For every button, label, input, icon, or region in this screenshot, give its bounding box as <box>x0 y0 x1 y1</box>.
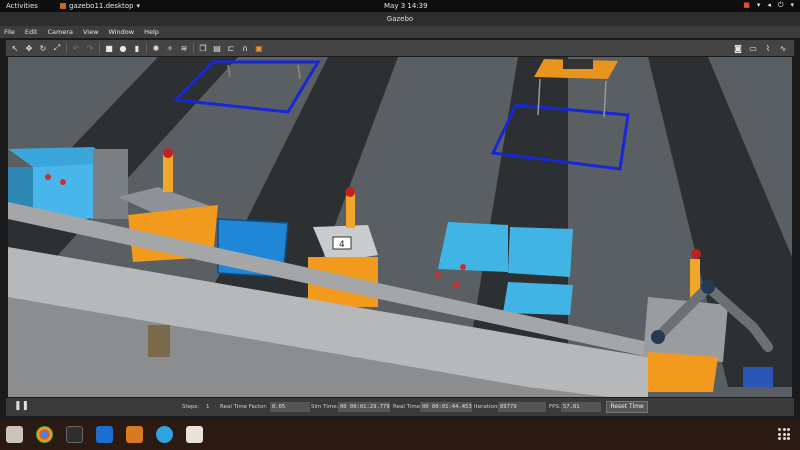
menu-window[interactable]: Window <box>108 28 134 36</box>
part-red <box>45 174 51 180</box>
spot-light-icon[interactable]: ✧ <box>165 43 175 53</box>
toolbar: ↖ ✥ ↻ ⤢ ↶ ↷ ■ ● ▮ ✺ ✧ ≋ ❐ ▤ ⊏ ∩ ▣ ◙ ▭ ⌇ … <box>6 40 794 56</box>
toolbar-right: ◙ ▭ ⌇ ∿ <box>733 43 794 53</box>
gazebo-icon[interactable] <box>126 426 143 443</box>
table-robot <box>563 59 593 69</box>
chrome-icon[interactable] <box>36 426 53 443</box>
cyan-table-center <box>503 282 573 315</box>
redo-icon[interactable]: ↷ <box>85 43 95 53</box>
plot-icon[interactable]: ⌇ <box>763 43 773 53</box>
toolbar-separator <box>99 43 100 53</box>
menu-file[interactable]: File <box>4 28 15 36</box>
toolbar-separator <box>66 43 67 53</box>
graph-icon[interactable]: ∿ <box>778 43 788 53</box>
part-red <box>453 282 459 288</box>
system-top-bar: Activities gazebo11.desktop ▾ May 3 14:3… <box>0 0 800 12</box>
screencast-icon: ■ <box>743 1 750 9</box>
fps-label: FPS: <box>549 404 561 410</box>
gripper-tray <box>743 367 773 387</box>
cylinder-icon[interactable]: ▮ <box>132 43 142 53</box>
robot-arm <box>346 192 355 228</box>
dock <box>0 420 800 450</box>
paste-icon[interactable]: ▤ <box>212 43 222 53</box>
align-icon[interactable]: ⊏ <box>226 43 236 53</box>
translate-icon[interactable]: ✥ <box>24 43 34 53</box>
rotate-icon[interactable]: ↻ <box>38 43 48 53</box>
vscode-icon[interactable] <box>96 426 113 443</box>
real-time-value: 00 00:01:44.453 <box>420 402 472 412</box>
iterations-value: 89779 <box>498 402 546 412</box>
steps-label: Steps: <box>182 404 200 410</box>
window-title: Gazebo <box>0 12 800 26</box>
files-icon[interactable] <box>6 426 23 443</box>
volume-icon: ◂ <box>767 1 771 9</box>
machine-block <box>93 149 128 219</box>
robot-light <box>163 148 173 158</box>
ur-joint <box>701 280 715 294</box>
sim-time-label: Sim Time: <box>311 404 339 410</box>
power-icon: ⏻ <box>777 1 784 9</box>
rtf-label: Real Time Factor: <box>220 404 268 410</box>
copy-icon[interactable]: ❐ <box>198 43 208 53</box>
change-view-icon[interactable]: ▣ <box>254 43 264 53</box>
rtf-value: 0.65 <box>270 402 310 412</box>
wifi-icon: ▾ <box>756 1 761 9</box>
reset-time-button[interactable]: Reset Time <box>606 401 648 413</box>
activities-button[interactable]: Activities <box>6 2 38 10</box>
chevron-down-icon: ▾ <box>790 1 794 9</box>
part-red <box>60 179 66 185</box>
robot-light <box>345 187 355 197</box>
chevron-down-icon: ▾ <box>136 2 141 10</box>
robot-sign-label: 4 <box>339 240 345 250</box>
toolbar-separator <box>146 43 147 53</box>
telegram-icon[interactable] <box>156 426 173 443</box>
menu-edit[interactable]: Edit <box>25 28 38 36</box>
status-bar: ❚❚ Steps: 1 Real Time Factor: 0.65 Sim T… <box>6 398 794 416</box>
screenshot-icon[interactable]: ◙ <box>733 43 743 53</box>
part-red <box>460 264 466 270</box>
scale-icon[interactable]: ⤢ <box>52 43 62 53</box>
box-icon[interactable]: ■ <box>104 43 114 53</box>
point-light-icon[interactable]: ✺ <box>151 43 161 53</box>
cyan-table-center <box>438 222 508 272</box>
real-time-label: Real Time: <box>393 404 422 410</box>
sim-time-value: 00 00:01:29.779 <box>338 402 390 412</box>
conveyor-control-box <box>148 325 170 357</box>
system-tray[interactable]: ■ ▾ ◂ ⏻ ▾ <box>743 1 794 10</box>
pdf-icon[interactable] <box>186 426 203 443</box>
cyan-table-center <box>508 227 573 277</box>
snap-icon[interactable]: ∩ <box>240 43 250 53</box>
app-menu[interactable]: gazebo11.desktop ▾ <box>60 2 140 10</box>
clock[interactable]: May 3 14:39 <box>384 2 428 10</box>
menu-view[interactable]: View <box>83 28 98 36</box>
select-arrow-icon[interactable]: ↖ <box>10 43 20 53</box>
app-menu-label: gazebo11.desktop <box>69 2 134 10</box>
terminal-icon[interactable] <box>66 426 83 443</box>
show-apps-icon[interactable] <box>778 428 790 440</box>
fps-value: 57.81 <box>561 402 601 412</box>
pause-icon[interactable]: ❚❚ <box>14 401 29 411</box>
undo-icon[interactable]: ↶ <box>71 43 81 53</box>
sphere-icon[interactable]: ● <box>118 43 128 53</box>
app-icon <box>60 3 66 9</box>
toolbar-separator <box>193 43 194 53</box>
menu-camera[interactable]: Camera <box>47 28 73 36</box>
robot-body <box>648 352 718 392</box>
menu-bar: File Edit Camera View Window Help <box>0 26 800 38</box>
directional-light-icon[interactable]: ≋ <box>179 43 189 53</box>
record-icon[interactable]: ▭ <box>748 43 758 53</box>
steps-value[interactable]: 1 <box>206 404 210 410</box>
ur-joint <box>651 330 665 344</box>
robot-light <box>691 249 701 259</box>
menu-help[interactable]: Help <box>144 28 159 36</box>
part-red <box>435 272 441 278</box>
scene-viewport[interactable]: 4 <box>8 57 792 397</box>
